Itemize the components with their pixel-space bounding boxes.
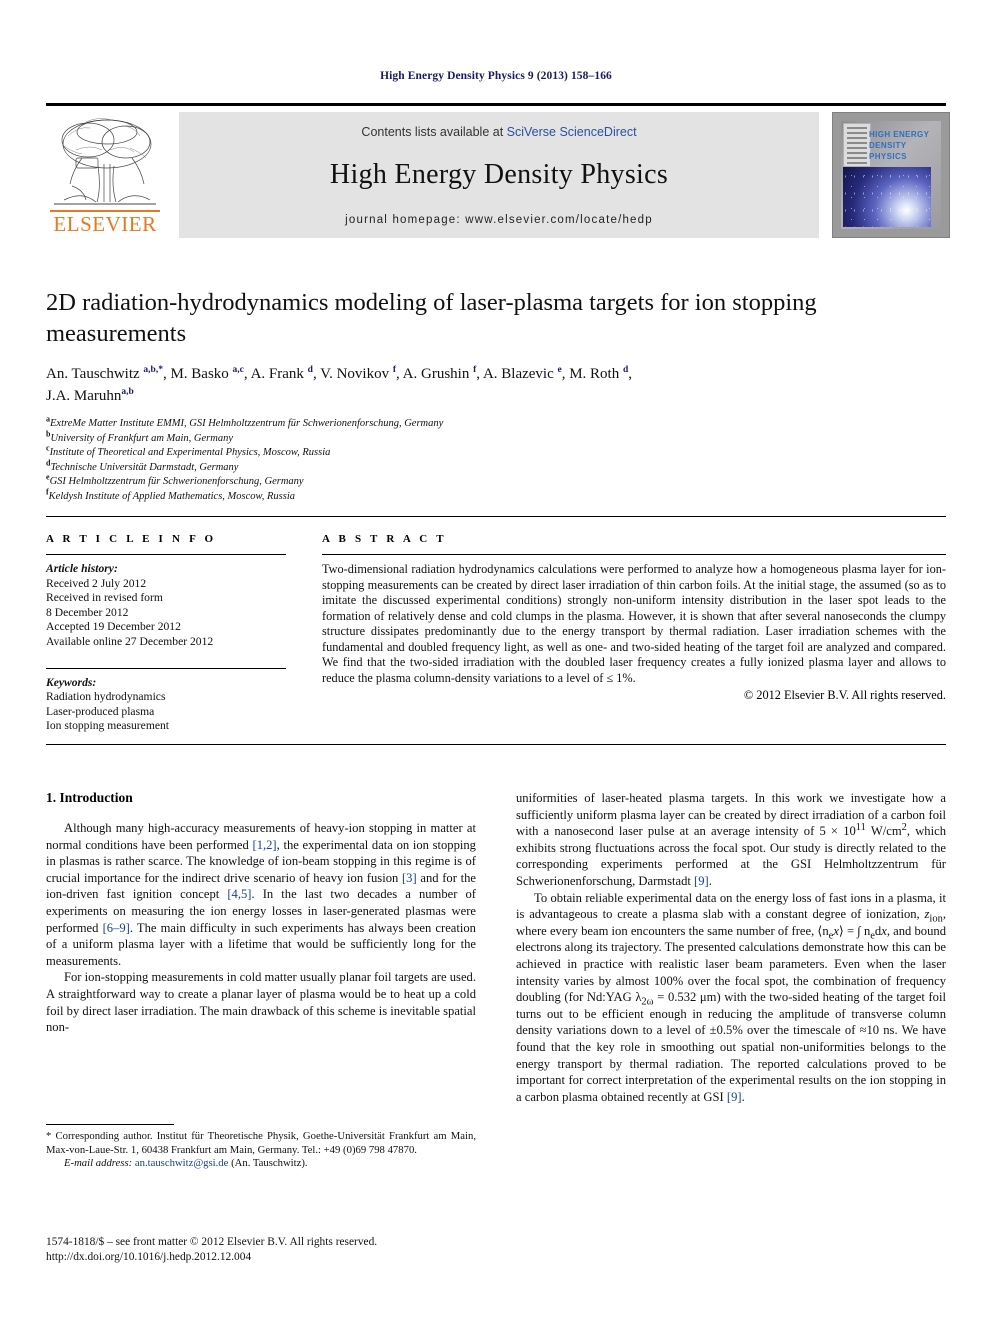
corresponding-author-note: * Corresponding author. Institut für The… bbox=[46, 1130, 476, 1156]
cover-title-line2: DENSITY PHYSICS bbox=[869, 141, 907, 161]
author-line-2: J.A. Maruhna,b bbox=[46, 387, 134, 404]
elsevier-wordmark: ELSEVIER bbox=[53, 212, 157, 236]
abstract-text: Two-dimensional radiation hydrodynamics … bbox=[322, 562, 946, 685]
right-column-paragraphs: uniformities of laser-heated plasma targ… bbox=[516, 790, 946, 1105]
article-history: Article history: Received 2 July 2012 Rec… bbox=[46, 562, 286, 650]
article-info-abstract-panel: A R T I C L E I N F O Article history: R… bbox=[46, 516, 946, 745]
email-address-link[interactable]: an.tauschwitz@gsi.de bbox=[135, 1157, 229, 1169]
article-history-label: Article history: bbox=[46, 562, 118, 575]
body-paragraph: For ion-stopping measurements in cold ma… bbox=[46, 970, 476, 1035]
running-head: High Energy Density Physics 9 (2013) 158… bbox=[380, 70, 612, 82]
keyword-item: Ion stopping measurement bbox=[46, 719, 169, 733]
keyword-item: Laser-produced plasma bbox=[46, 704, 155, 718]
keywords-items: Radiation hydrodynamics Laser-produced pl… bbox=[46, 690, 286, 734]
sciencedirect-link[interactable]: SciVerse ScienceDirect bbox=[507, 125, 637, 139]
contents-prefix: Contents lists available at bbox=[361, 125, 507, 139]
journal-band: Contents lists available at SciVerse Sci… bbox=[179, 112, 819, 238]
abstract-heading: A B S T R A C T bbox=[322, 533, 447, 545]
abstract-divider bbox=[322, 554, 946, 555]
email-owner: (An. Tauschwitz). bbox=[231, 1157, 308, 1170]
affiliation-marker: a bbox=[46, 414, 50, 424]
affiliation-item: bUniversity of Frankfurt am Main, German… bbox=[46, 429, 234, 444]
affiliation-marker: f bbox=[46, 487, 49, 497]
abstract-copyright: © 2012 Elsevier B.V. All rights reserved… bbox=[743, 688, 946, 702]
author-list: An. Tauschwitz a,b,*, M. Basko a,c, A. F… bbox=[46, 363, 946, 407]
body-paragraph: To obtain reliable experimental data on … bbox=[516, 890, 946, 1104]
body-paragraph: Although many high-accuracy measurements… bbox=[46, 821, 476, 968]
section-heading-introduction: 1. Introduction bbox=[46, 790, 133, 805]
imprint-line: 1574-1818/$ – see front matter © 2012 El… bbox=[46, 1236, 378, 1248]
cover-sidebar-block bbox=[843, 123, 871, 167]
panel-bottom-rule bbox=[46, 743, 946, 745]
contents-available-line: Contents lists available at SciVerse Sci… bbox=[179, 125, 819, 139]
journal-title: High Energy Density Physics bbox=[329, 159, 669, 190]
cover-inner: HIGH ENERGY DENSITY PHYSICS bbox=[841, 121, 941, 229]
affiliation-item: fKeldysh Institute of Applied Mathematic… bbox=[46, 487, 296, 502]
affiliation-marker: c bbox=[46, 443, 50, 453]
doi-link[interactable]: http://dx.doi.org/10.1016/j.hedp.2012.12… bbox=[46, 1250, 476, 1265]
imprint-block: 1574-1818/$ – see front matter © 2012 El… bbox=[46, 1235, 476, 1265]
article-history-item: 8 December 2012 bbox=[46, 605, 129, 619]
elsevier-logo: ELSEVIER bbox=[46, 112, 164, 238]
affiliation-marker: d bbox=[46, 458, 51, 468]
keywords-divider bbox=[46, 667, 286, 669]
keywords: Keywords: Radiation hydrodynamics Laser-p… bbox=[46, 676, 286, 734]
keyword-item: Radiation hydrodynamics bbox=[46, 690, 166, 704]
footnote-block: * Corresponding author. Institut für The… bbox=[46, 1124, 476, 1171]
affiliation-marker: e bbox=[46, 472, 50, 482]
title-block: 2D radiation-hydrodynamics modeling of l… bbox=[46, 287, 946, 505]
article-info-column: A R T I C L E I N F O Article history: R… bbox=[46, 533, 286, 734]
cover-title-line1: HIGH ENERGY bbox=[869, 130, 930, 139]
paper-page: High Energy Density Physics 9 (2013) 158… bbox=[0, 0, 992, 1323]
email-note: E-mail address: an.tauschwitz@gsi.de (An… bbox=[46, 1157, 476, 1171]
keywords-label: Keywords: bbox=[46, 675, 97, 689]
article-info-divider bbox=[46, 554, 286, 555]
page-title: 2D radiation-hydrodynamics modeling of l… bbox=[46, 289, 817, 347]
author-line-1: An. Tauschwitz a,b,*, M. Basko a,c, A. F… bbox=[46, 365, 633, 382]
body-columns: 1. Introduction Although many high-accur… bbox=[46, 790, 946, 1263]
journal-homepage[interactable]: journal homepage: www.elsevier.com/locat… bbox=[179, 214, 819, 226]
journal-cover-thumbnail: HIGH ENERGY DENSITY PHYSICS bbox=[832, 112, 950, 238]
article-history-item: Received in revised form bbox=[46, 591, 163, 605]
affiliation-item: aExtreMe Matter Institute EMMI, GSI Helm… bbox=[46, 414, 444, 429]
body-paragraph: uniformities of laser-heated plasma targ… bbox=[516, 791, 946, 888]
left-column-paragraphs: Although many high-accuracy measurements… bbox=[46, 820, 476, 1036]
affiliation-item: dTechnische Universität Darmstadt, Germa… bbox=[46, 458, 239, 473]
journal-masthead: ELSEVIER Contents lists available at Sci… bbox=[46, 103, 950, 238]
affiliation-list: aExtreMe Matter Institute EMMI, GSI Helm… bbox=[46, 414, 946, 505]
affiliation-item: eGSI Helmholtzzentrum für Schwerionenfor… bbox=[46, 472, 304, 488]
article-history-items: Received 2 July 2012 Received in revised … bbox=[46, 577, 286, 650]
article-info-heading: A R T I C L E I N F O bbox=[46, 533, 217, 545]
footnote-rule bbox=[46, 1124, 174, 1125]
email-label: E-mail address: bbox=[64, 1157, 133, 1170]
article-history-item: Available online 27 December 2012 bbox=[46, 634, 214, 648]
article-history-item: Received 2 July 2012 bbox=[46, 576, 147, 590]
right-column: uniformities of laser-heated plasma targ… bbox=[516, 790, 946, 1105]
affiliation-item: cInstitute of Theoretical and Experiment… bbox=[46, 443, 331, 459]
elsevier-tree-icon bbox=[54, 118, 156, 205]
affiliation-marker: b bbox=[46, 429, 51, 439]
abstract-column: A B S T R A C T Two-dimensional radiatio… bbox=[322, 533, 946, 734]
left-column: 1. Introduction Although many high-accur… bbox=[46, 790, 476, 1263]
article-history-item: Accepted 19 December 2012 bbox=[46, 620, 181, 634]
cover-title: HIGH ENERGY DENSITY PHYSICS bbox=[869, 129, 941, 162]
cover-photo bbox=[843, 167, 931, 227]
